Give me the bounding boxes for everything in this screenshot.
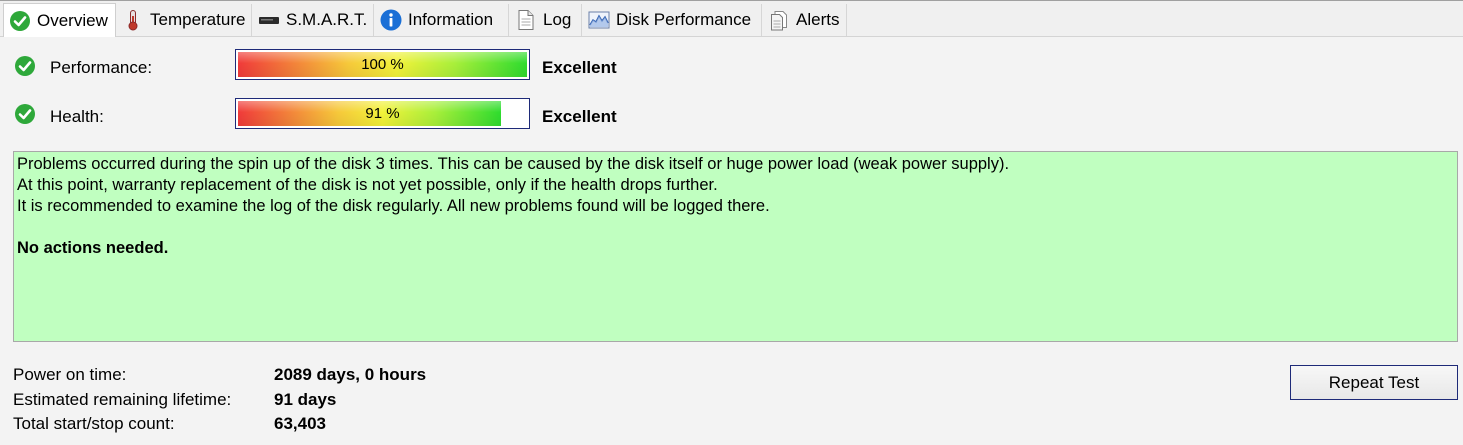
info-icon: [380, 9, 402, 31]
message-line: At this point, warranty replacement of t…: [17, 176, 718, 194]
tab-smart[interactable]: S.M.A.R.T.: [253, 4, 374, 36]
tab-information[interactable]: Information: [375, 4, 509, 36]
tab-label: Disk Performance: [616, 10, 752, 29]
message-line: Problems occurred during the spin up of …: [17, 155, 1010, 173]
tab-disk-performance[interactable]: Disk Performance: [583, 4, 762, 36]
performance-progress-bar: 100 %: [235, 49, 530, 80]
performance-rating: Excellent: [542, 58, 617, 77]
tab-label: Log: [543, 10, 572, 29]
health-label: Health:: [50, 107, 104, 126]
message-line: It is recommended to examine the log of …: [17, 197, 770, 215]
health-percent: 91 %: [365, 105, 400, 122]
performance-percent: 100 %: [361, 56, 404, 73]
health-rating: Excellent: [542, 107, 617, 126]
tab-label: Temperature: [150, 10, 246, 29]
tab-label: Overview: [37, 10, 108, 30]
power-on-time-label: Power on time:: [13, 365, 127, 384]
status-message-box: Problems occurred during the spin up of …: [13, 151, 1458, 342]
performance-chart-icon: [588, 9, 610, 31]
remaining-lifetime-value: 91 days: [274, 390, 337, 409]
performance-label: Performance:: [50, 58, 153, 77]
tab-label: S.M.A.R.T.: [286, 10, 368, 29]
health-status-check-icon: [14, 103, 36, 125]
remaining-lifetime-label: Estimated remaining lifetime:: [13, 390, 232, 409]
tab-label: Alerts: [796, 10, 840, 29]
start-stop-count-value: 63,403: [274, 414, 326, 433]
document-icon: [515, 9, 537, 31]
tab-log[interactable]: Log: [510, 4, 582, 36]
start-stop-count-label: Total start/stop count:: [13, 414, 175, 433]
tab-alerts[interactable]: Alerts: [763, 4, 847, 36]
tab-label: Information: [408, 10, 494, 29]
tab-temperature[interactable]: Temperature: [117, 4, 252, 36]
message-conclusion: No actions needed.: [17, 239, 169, 257]
health-progress-bar: 91 %: [235, 98, 530, 129]
power-on-time-value: 2089 days, 0 hours: [274, 365, 427, 384]
check-circle-icon: [9, 10, 31, 32]
window-top-border: [0, 0, 1463, 1]
thermometer-icon: [122, 9, 144, 31]
alerts-icon: [768, 9, 790, 31]
performance-status-check-icon: [14, 55, 36, 77]
repeat-test-button[interactable]: Repeat Test: [1290, 365, 1458, 400]
tab-overview[interactable]: Overview: [3, 3, 116, 37]
drive-icon: [258, 9, 280, 31]
